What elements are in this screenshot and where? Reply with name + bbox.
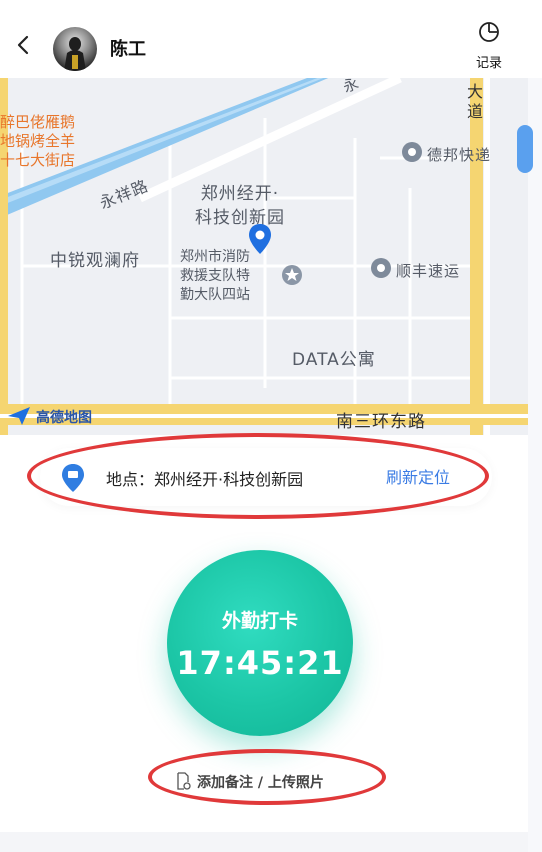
map-label-poi-data: DATA公寓 [292, 350, 376, 370]
clock-in-time: 17:45:21 [176, 644, 344, 682]
location-card: 地点：郑州经开·科技创新园 刷新定位 [40, 448, 492, 506]
map-pin-icon [62, 464, 84, 492]
refresh-location-button[interactable]: 刷新定位 [386, 464, 450, 488]
avatar [53, 27, 97, 71]
add-note-label: 添加备注 / 上传照片 [197, 775, 324, 791]
user-name: 陈工 [110, 39, 146, 60]
map-label-poi-debang: 德邦快递 [427, 146, 492, 164]
clock-in-button[interactable]: 外勤打卡 17:45:21 [167, 550, 353, 736]
pie-chart-icon [479, 22, 499, 42]
right-edge-strip [528, 78, 542, 852]
side-handle[interactable] [517, 125, 533, 173]
shunfeng-pin-icon [371, 258, 391, 278]
map-label-road-nansanhuan: 南三环东路 [336, 412, 426, 432]
map-label-restaurant: 醉巴佬雁鹅 地锅烤全羊 十七大街店 [0, 113, 76, 169]
amap-brand-text: 高德地图 [36, 410, 92, 426]
bottom-area [0, 832, 528, 852]
record-button[interactable]: 记录 [466, 14, 512, 72]
fire-station-icon [282, 265, 302, 285]
chevron-left-icon [17, 35, 29, 55]
map-view[interactable]: 醉巴佬雁鹅 地锅烤全羊 十七大街店 永祥路 永 郑州经开· 科技创新园 中锐观澜… [0, 78, 528, 435]
header: 陈工 记录 [0, 0, 542, 78]
map-label-poi-shunfeng: 顺丰速运 [396, 262, 461, 280]
map-label-poi-fire-station: 郑州市消防 救援支队特 勤大队四站 [180, 249, 250, 303]
location-pin-icon [249, 224, 271, 254]
record-label: 记录 [475, 56, 502, 71]
back-button[interactable] [10, 28, 38, 62]
note-attachment-icon [177, 772, 191, 790]
location-text: 地点：郑州经开·科技创新园 [106, 470, 304, 489]
amap-arrow-icon [8, 407, 30, 425]
clock-in-label: 外勤打卡 [221, 610, 298, 632]
map-label-road-right: 大 道 [467, 82, 485, 121]
debang-pin-icon [402, 142, 422, 162]
map-label-poi-zhongrui: 中锐观澜府 [50, 251, 140, 271]
